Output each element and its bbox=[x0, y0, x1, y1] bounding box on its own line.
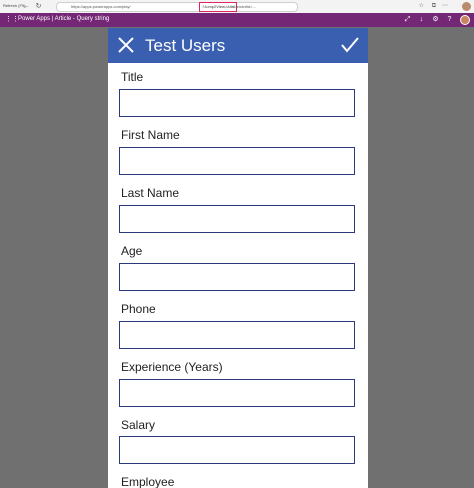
field-label-age: Age bbox=[121, 244, 143, 258]
field-label-employee: Employee bbox=[121, 475, 175, 488]
first-name-input[interactable] bbox=[119, 147, 355, 175]
refresh-icon[interactable]: ↻ bbox=[34, 2, 43, 11]
app-launcher-icon[interactable]: ⋮⋮ bbox=[5, 15, 19, 24]
edit-form-screen: Test Users Title First Name Last Name Ag… bbox=[108, 28, 368, 488]
field-label-phone: Phone bbox=[121, 302, 156, 316]
url-prefix: https://apps.powerapps.com/play/ bbox=[71, 4, 131, 9]
last-name-input[interactable] bbox=[119, 205, 355, 233]
field-label-salary: Salary bbox=[121, 418, 156, 432]
field-label-first-name: First Name bbox=[121, 128, 180, 142]
form-header: Test Users bbox=[108, 28, 368, 63]
extensions-icon[interactable]: ⋯ bbox=[442, 3, 448, 10]
form-title: Test Users bbox=[145, 36, 226, 55]
user-avatar[interactable] bbox=[460, 15, 470, 25]
browser-toolbar: Refresh (F5) ← ↻ https://apps.powerapps.… bbox=[0, 0, 474, 14]
age-input[interactable] bbox=[119, 263, 355, 291]
url-query-highlight: ?Jump2View=Alle bbox=[199, 2, 237, 12]
browser-profile-avatar[interactable] bbox=[462, 2, 471, 11]
experience-input[interactable] bbox=[119, 379, 355, 407]
back-icon[interactable]: ← bbox=[22, 2, 31, 11]
download-icon[interactable]: ↓ bbox=[417, 15, 426, 24]
favorites-icon[interactable]: ☆ bbox=[419, 3, 424, 10]
field-label-last-name: Last Name bbox=[121, 186, 180, 200]
url-suffix: &tenantId=... bbox=[233, 4, 256, 9]
title-input[interactable] bbox=[119, 89, 355, 117]
help-icon[interactable]: ? bbox=[445, 15, 454, 24]
close-icon[interactable] bbox=[117, 36, 135, 54]
power-apps-header: ⋮⋮ Power Apps | Article - Query string ⤢… bbox=[0, 13, 474, 27]
field-label-experience: Experience (Years) bbox=[121, 360, 223, 374]
app-title: Power Apps | Article - Query string bbox=[18, 16, 110, 22]
address-bar[interactable]: https://apps.powerapps.com/play/ ?Jump2V… bbox=[56, 2, 298, 12]
collections-icon[interactable]: ⧉ bbox=[432, 3, 436, 10]
fullscreen-icon[interactable]: ⤢ bbox=[403, 15, 412, 24]
phone-input[interactable] bbox=[119, 321, 355, 349]
settings-icon[interactable]: ⚙ bbox=[431, 15, 440, 24]
field-label-title: Title bbox=[121, 70, 144, 84]
checkmark-icon[interactable] bbox=[340, 36, 360, 54]
salary-input[interactable] bbox=[119, 436, 355, 464]
